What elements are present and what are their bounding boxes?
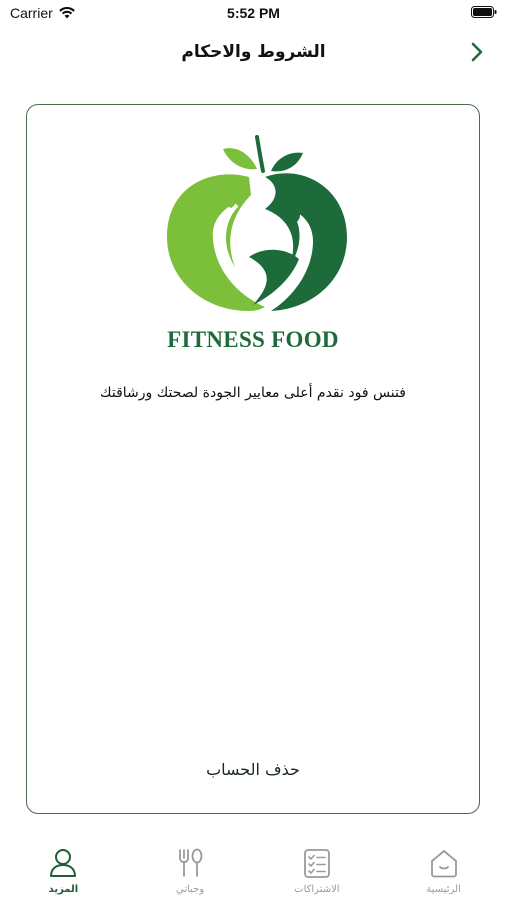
tab-home-label: الرئيسية [426,884,461,895]
logo [27,129,479,319]
brand-name: FITNESS FOOD [167,327,339,352]
chevron-right-icon[interactable] [465,40,489,64]
home-icon [430,850,457,878]
tab-home[interactable]: الرئيسية [380,838,507,900]
status-bar: Carrier 5:52 PM [0,0,507,28]
fitness-food-logo-icon [167,135,347,311]
content-card: FITNESS FOOD فتنس فود نقدم أعلى معايير ا… [26,104,480,814]
fork-spoon-icon [179,848,203,877]
page-title: الشروط والاحكام [181,42,326,62]
tab-bar: المزيد وجباتي الاشتراكات الرئيسية [0,838,507,900]
person-icon [50,849,77,877]
status-time: 5:52 PM [227,5,280,21]
battery-icon [471,6,497,18]
tagline-text: فتنس فود نقدم أعلى معايير الجودة لصحتك و… [100,385,406,401]
nav-header: الشروط والاحكام [0,30,507,74]
checklist-icon [303,849,330,878]
tab-my-meals[interactable]: وجباتي [127,838,254,900]
tab-subscriptions-label: الاشتراكات [294,884,340,895]
tab-more[interactable]: المزيد [0,838,127,900]
tab-subscriptions[interactable]: الاشتراكات [254,838,381,900]
tab-more-label: المزيد [48,884,79,895]
tab-my-meals-label: وجباتي [176,884,205,895]
delete-account-button[interactable]: حذف الحساب [27,760,479,779]
